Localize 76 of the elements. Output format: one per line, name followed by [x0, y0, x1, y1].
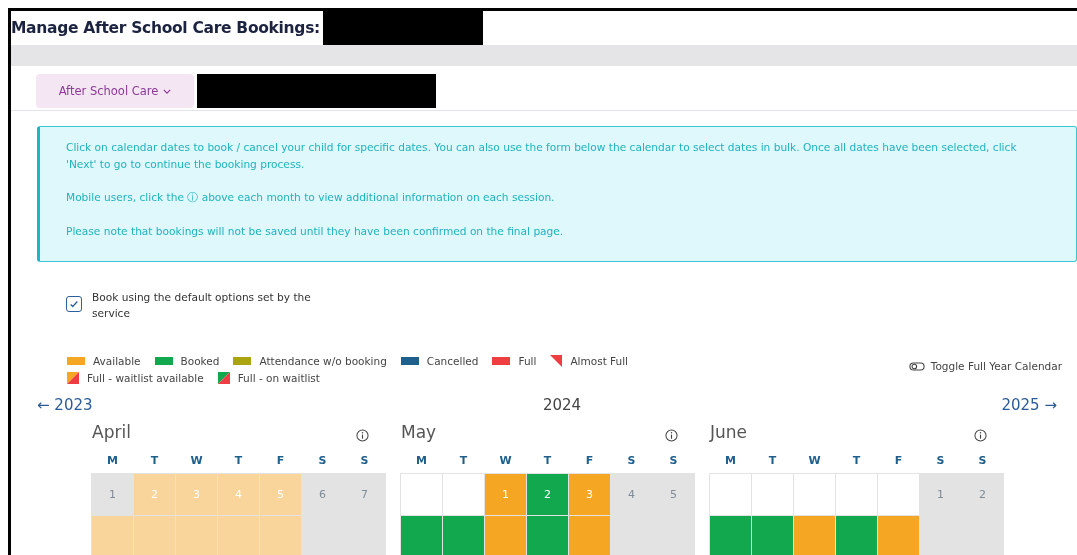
- weekday-label: S: [935, 453, 946, 469]
- info-icon[interactable]: [974, 429, 987, 442]
- calendar-day[interactable]: [710, 516, 751, 555]
- info-text: Click on calendar dates to book / cancel your child for specific dates. You can also use the form below the calendar to select dates in bulk. Once all dates have been selected, click 'Next' to go to continue the booking process.: [66, 140, 1018, 172]
- weekday-label: M: [724, 453, 737, 469]
- weekday-label: T: [149, 453, 160, 469]
- previous-year-link[interactable]: ← 2023: [37, 396, 93, 414]
- calendar-day[interactable]: [878, 516, 919, 555]
- info-text: Please note that bookings will not be saved until they have been confirmed on the final page.: [66, 223, 565, 239]
- legend-label: Cancelled: [426, 355, 479, 367]
- calendar-day[interactable]: 2: [527, 474, 568, 515]
- checkbox-label: Book using the default options set by the service: [92, 290, 312, 321]
- weekday-label: F: [275, 453, 286, 469]
- info-icon[interactable]: [356, 429, 369, 442]
- calendar-day: 2: [962, 474, 1003, 515]
- weekday-label: W: [189, 453, 204, 469]
- weekday-label: T: [542, 453, 553, 469]
- weekday-label: S: [626, 453, 637, 469]
- weekday-label: T: [233, 453, 244, 469]
- month-name: April: [92, 422, 131, 442]
- page-title: Manage After School Care Bookings:: [11, 19, 320, 37]
- calendar-day: 7: [344, 474, 385, 515]
- calendar-day[interactable]: [443, 516, 484, 555]
- toggle-full-year-button[interactable]: Toggle Full Year Calendar: [908, 360, 1062, 372]
- calendar-day: 3: [176, 474, 217, 515]
- legend-label: Available: [93, 355, 141, 367]
- month-name: May: [401, 422, 437, 442]
- weekday-label: W: [807, 453, 822, 469]
- calendar-day[interactable]: [836, 516, 877, 555]
- calendar-day: 1: [920, 474, 961, 515]
- calendar-day: [134, 516, 175, 555]
- service-dropdown[interactable]: After School Care: [36, 74, 194, 108]
- next-year-link[interactable]: 2025 →: [1001, 396, 1057, 414]
- checkbox[interactable]: [66, 296, 82, 312]
- calendar-day: 5: [653, 474, 694, 515]
- weekday-label: F: [893, 453, 904, 469]
- weekday-label: T: [458, 453, 469, 469]
- check-icon: [69, 299, 79, 309]
- weekday-label: F: [584, 453, 595, 469]
- calendar-day[interactable]: [485, 516, 526, 555]
- weekday-label: S: [317, 453, 328, 469]
- calendar-day: 4: [218, 474, 259, 515]
- calendar-day: [260, 516, 301, 555]
- weekday-label: M: [106, 453, 119, 469]
- weekday-label: M: [415, 453, 428, 469]
- legend-label: Full - on waitlist: [237, 372, 320, 384]
- weekday-label: S: [977, 453, 988, 469]
- calendar-day: [92, 516, 133, 555]
- legend-label: Booked: [180, 355, 220, 367]
- calendar-day: 4: [611, 474, 652, 515]
- weekday-label: S: [359, 453, 370, 469]
- legend-label: Full: [518, 355, 537, 367]
- toggle-icon: [908, 361, 925, 371]
- legend-label: Full - waitlist available: [87, 372, 204, 384]
- weekday-label: S: [668, 453, 679, 469]
- legend-label: Attendance w/o booking: [259, 355, 387, 367]
- calendar-day: [218, 516, 259, 555]
- calendar-day[interactable]: [401, 516, 442, 555]
- calendar-day[interactable]: [569, 516, 610, 555]
- calendar-day: 5: [260, 474, 301, 515]
- current-year: 2024: [542, 396, 582, 414]
- info-text: Mobile users, click the ⓘ above each month to view additional information on each session.: [66, 190, 556, 205]
- weekday-label: W: [498, 453, 513, 469]
- caret-icon: [163, 88, 172, 94]
- weekday-label: T: [767, 453, 778, 469]
- calendar-day[interactable]: [527, 516, 568, 555]
- weekday-label: T: [851, 453, 862, 469]
- calendar-day: [176, 516, 217, 555]
- info-icon[interactable]: [665, 429, 678, 442]
- calendar-day[interactable]: [794, 516, 835, 555]
- calendar-day: 6: [302, 474, 343, 515]
- legend-label: Almost Full: [570, 355, 629, 367]
- calendar-day[interactable]: [752, 516, 793, 555]
- calendar-day: 2: [134, 474, 175, 515]
- month-name: June: [710, 422, 748, 442]
- calendar-day: 1: [92, 474, 133, 515]
